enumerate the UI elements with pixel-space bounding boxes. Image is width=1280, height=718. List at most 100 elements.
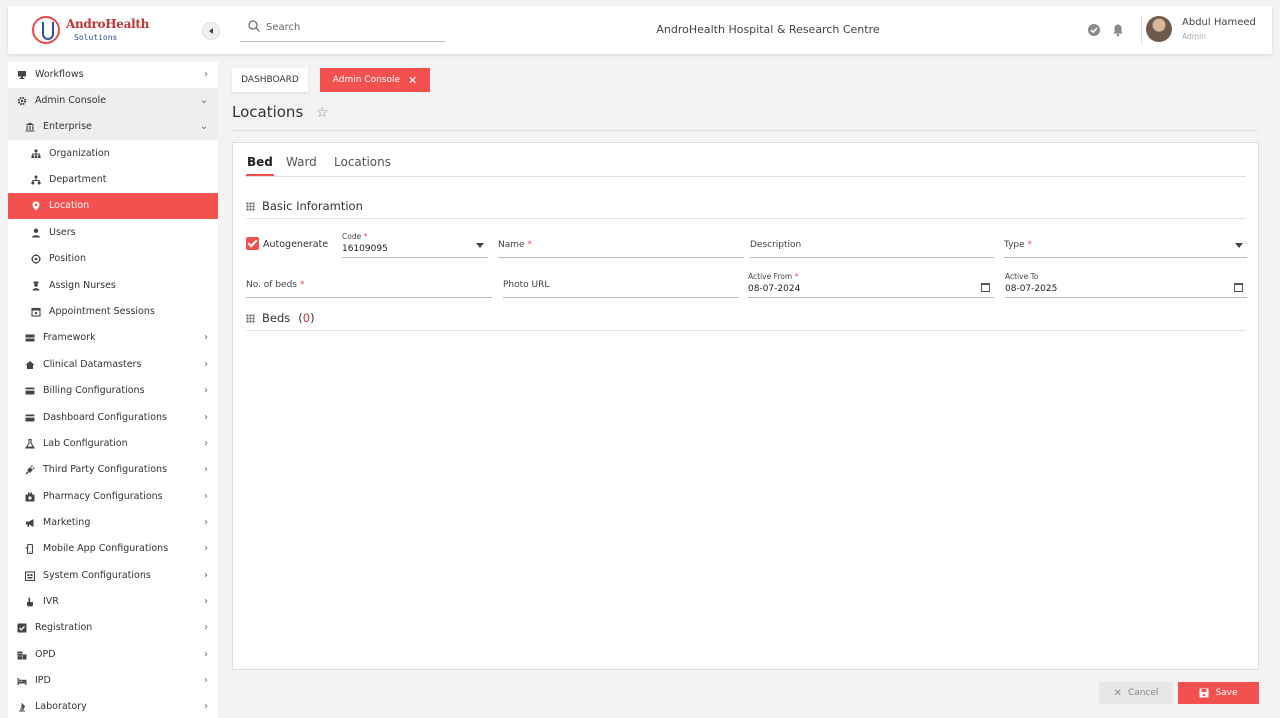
sidebar-item-label: IVR bbox=[43, 596, 59, 607]
chevron-down-icon bbox=[476, 243, 484, 248]
sidebar-item-users[interactable]: Users bbox=[8, 220, 218, 246]
sidebar-item-label: Admin Console bbox=[35, 95, 107, 106]
name-label-text: Name bbox=[498, 240, 525, 250]
sidebar-item-department[interactable]: Department bbox=[8, 167, 218, 193]
sidebar-item-label: OPD bbox=[35, 649, 56, 660]
active-to-label: Active To bbox=[1005, 272, 1039, 281]
beds-count-field[interactable]: No. of beds * bbox=[246, 272, 492, 298]
hospital-title: AndroHealth Hospital & Research Centre bbox=[656, 23, 880, 36]
sidebar-item-location[interactable]: Location bbox=[8, 193, 218, 219]
sidebar-item-billing-configurations[interactable]: Billing Configurations › bbox=[8, 378, 218, 404]
sidebar-item-label: Marketing bbox=[43, 517, 91, 528]
save-button[interactable]: Save bbox=[1178, 682, 1259, 704]
avatar[interactable] bbox=[1146, 16, 1172, 42]
sidebar-item-opd[interactable]: OPD › bbox=[8, 642, 218, 668]
card-icon bbox=[24, 412, 36, 424]
sidebar: Workflows › Admin Console ⌄ Enterprise ⌄… bbox=[8, 62, 218, 718]
code-label: Code * bbox=[342, 232, 367, 241]
tab-bed[interactable]: Bed bbox=[247, 155, 273, 169]
search-box[interactable] bbox=[240, 14, 445, 42]
grip-dots-icon bbox=[246, 313, 255, 323]
sidebar-item-lab-configuration[interactable]: Lab Configuration › bbox=[8, 431, 218, 457]
close-icon[interactable]: ✕ bbox=[408, 74, 417, 87]
breadcrumb-admin-console[interactable]: Admin Console ✕ bbox=[320, 68, 430, 92]
sidebar-item-enterprise[interactable]: Enterprise ⌄ bbox=[8, 114, 218, 140]
tabs-divider bbox=[246, 176, 1246, 177]
sidebar-item-label: Registration bbox=[35, 622, 93, 633]
tab-locations[interactable]: Locations bbox=[334, 155, 391, 169]
calendar-icon[interactable] bbox=[1234, 283, 1243, 292]
code-label-text: Code bbox=[342, 232, 362, 241]
sidebar-item-admin-console[interactable]: Admin Console ⌄ bbox=[8, 88, 218, 114]
active-from-date-field[interactable]: Active From * 08-07-2024 bbox=[748, 272, 994, 298]
chevron-right-icon: › bbox=[204, 412, 208, 423]
sidebar-item-workflows[interactable]: Workflows › bbox=[8, 62, 218, 88]
name-label: Name * bbox=[498, 240, 532, 250]
active-to-value: 08-07-2025 bbox=[1005, 284, 1058, 294]
sidebar-item-laboratory[interactable]: Laboratory › bbox=[8, 694, 218, 718]
sidebar-item-appointment-sessions[interactable]: Appointment Sessions bbox=[8, 299, 218, 325]
chevron-right-icon: › bbox=[204, 385, 208, 396]
sidebar-item-framework[interactable]: Framework › bbox=[8, 325, 218, 351]
user-icon bbox=[30, 227, 42, 239]
sidebar-item-dashboard-configurations[interactable]: Dashboard Configurations › bbox=[8, 405, 218, 431]
bell-icon[interactable] bbox=[1111, 23, 1125, 37]
autogenerate-label: Autogenerate bbox=[263, 239, 329, 250]
search-input[interactable] bbox=[266, 18, 436, 36]
mobile-icon bbox=[24, 543, 36, 555]
tab-ward[interactable]: Ward bbox=[286, 155, 317, 169]
grip-dots-icon bbox=[246, 201, 255, 211]
sidebar-collapse-button[interactable] bbox=[202, 22, 220, 40]
chevron-right-icon: › bbox=[204, 464, 208, 475]
sidebar-item-label: Third Party Configurations bbox=[43, 464, 168, 475]
location-pin-icon bbox=[30, 200, 42, 212]
save-disk-icon bbox=[1199, 688, 1209, 698]
calendar-icon[interactable] bbox=[981, 283, 990, 292]
type-label: Type * bbox=[1004, 240, 1032, 250]
name-field[interactable]: Name * bbox=[498, 232, 744, 258]
description-field[interactable]: Description bbox=[750, 232, 994, 258]
sidebar-item-ivr[interactable]: IVR › bbox=[8, 589, 218, 615]
framework-icon bbox=[24, 332, 36, 344]
cancel-button[interactable]: ✕ Cancel bbox=[1099, 682, 1173, 704]
sidebar-item-assign-nurses[interactable]: Assign Nurses bbox=[8, 273, 218, 299]
sidebar-item-third-party-configurations[interactable]: Third Party Configurations › bbox=[8, 457, 218, 483]
type-select[interactable]: Type * bbox=[1004, 232, 1247, 258]
card-icon bbox=[24, 385, 36, 397]
sidebar-item-organization[interactable]: Organization bbox=[8, 141, 218, 167]
active-to-date-field[interactable]: Active To 08-07-2025 bbox=[1005, 272, 1247, 298]
breadcrumb-dashboard[interactable]: DASHBOARD bbox=[232, 68, 308, 92]
home-icon bbox=[24, 359, 36, 371]
app-logo[interactable]: AndroHealth Solutions bbox=[32, 15, 149, 47]
chevron-right-icon: › bbox=[204, 491, 208, 502]
sidebar-item-system-configurations[interactable]: System Configurations › bbox=[8, 563, 218, 589]
verified-check-icon[interactable] bbox=[1087, 23, 1101, 37]
sidebar-item-position[interactable]: Position bbox=[8, 246, 218, 272]
code-select[interactable]: Code * 16109095 bbox=[342, 232, 488, 258]
sidebar-item-pharmacy-configurations[interactable]: Pharmacy Configurations › bbox=[8, 484, 218, 510]
section-beds-title: Beds bbox=[262, 311, 291, 325]
chevron-right-icon: › bbox=[204, 649, 208, 660]
sidebar-item-registration[interactable]: Registration › bbox=[8, 615, 218, 641]
cancel-label: Cancel bbox=[1127, 688, 1159, 698]
header-divider bbox=[1141, 16, 1142, 44]
sidebar-item-label: System Configurations bbox=[43, 570, 151, 581]
hierarchy-icon bbox=[30, 148, 42, 160]
sidebar-item-label: Laboratory bbox=[35, 701, 87, 712]
user-name[interactable]: Abdul Hameed bbox=[1182, 17, 1256, 28]
beds-count-label: No. of beds * bbox=[246, 280, 304, 290]
sidebar-item-clinical-datamasters[interactable]: Clinical Datamasters › bbox=[8, 352, 218, 378]
sidebar-item-ipd[interactable]: IPD › bbox=[8, 668, 218, 694]
sidebar-item-label: Mobile App Configurations bbox=[43, 543, 169, 554]
search-icon bbox=[248, 20, 260, 32]
favorite-star-icon[interactable]: ☆ bbox=[316, 105, 329, 121]
sidebar-item-mobile-app-configurations[interactable]: Mobile App Configurations › bbox=[8, 536, 218, 562]
breadcrumb-admin-console-label: Admin Console bbox=[332, 75, 401, 85]
photo-url-field[interactable]: Photo URL bbox=[503, 272, 739, 298]
sidebar-item-label: Users bbox=[49, 227, 76, 238]
autogenerate-checkbox[interactable] bbox=[246, 237, 259, 250]
section-basic-information: Basic Inforamtion bbox=[246, 199, 363, 213]
sidebar-item-marketing[interactable]: Marketing › bbox=[8, 510, 218, 536]
chevron-down-icon: ⌄ bbox=[199, 121, 208, 132]
building-icon bbox=[24, 121, 36, 133]
